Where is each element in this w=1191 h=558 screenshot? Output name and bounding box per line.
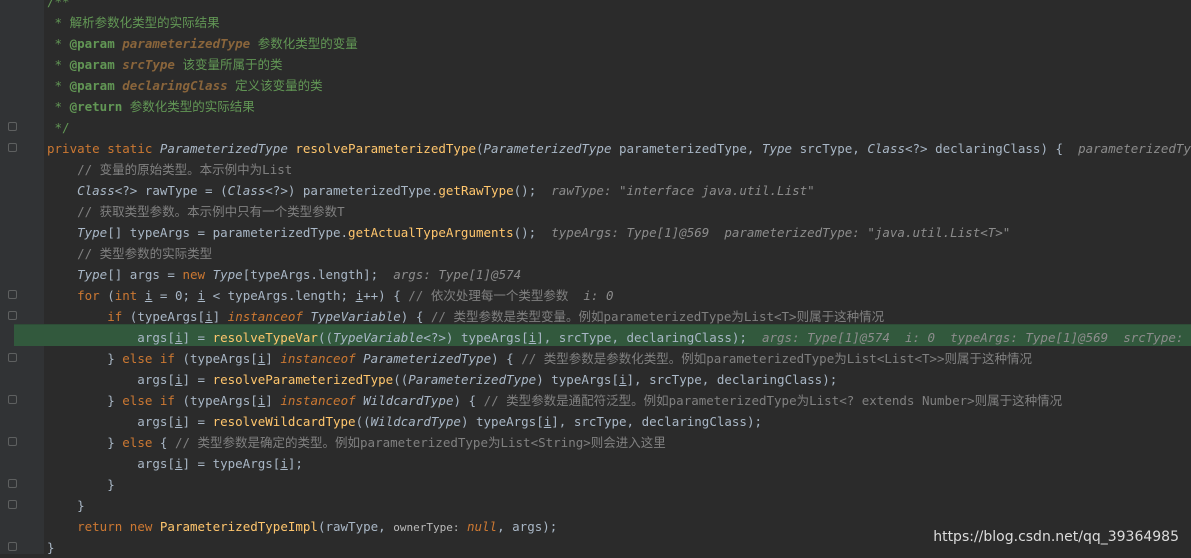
code-line[interactable]: Class<?> rawType = (Class<?>) parameteri…: [0, 180, 1191, 201]
code-line[interactable]: args[i] = typeArgs[i];: [0, 453, 1191, 474]
code-line-text: args[i] = resolveParameterizedType((Para…: [47, 372, 838, 387]
code-line[interactable]: }: [0, 495, 1191, 516]
code-line[interactable]: // 获取类型参数。本示例中只有一个类型参数T: [0, 201, 1191, 222]
debugger-inline-value: rawType: "interface java.util.List": [536, 183, 815, 198]
debugger-inline-value: i: 0: [568, 288, 614, 303]
code-line-text: }: [47, 477, 115, 492]
code-line-text: Class<?> rawType = (Class<?>) parameteri…: [77, 183, 815, 198]
code-line[interactable]: * @param parameterizedType 参数化类型的变量: [0, 33, 1191, 54]
code-line-text: return new ParameterizedTypeImpl(rawType…: [77, 519, 558, 534]
code-line[interactable]: * @param srcType 该变量所属于的类: [0, 54, 1191, 75]
code-line[interactable]: args[i] = resolveWildcardType((WildcardT…: [0, 411, 1191, 432]
code-line[interactable]: private static ParameterizedType resolve…: [0, 138, 1191, 159]
code-line[interactable]: for (int i = 0; i < typeArgs.length; i++…: [0, 285, 1191, 306]
code-line[interactable]: } else { // 类型参数是确定的类型。例如parameterizedTy…: [0, 432, 1191, 453]
code-line-text: * @param declaringClass 定义该变量的类: [47, 78, 323, 93]
code-line-text: Type[] args = new Type[typeArgs.length];…: [77, 267, 522, 282]
code-line[interactable]: // 变量的原始类型。本示例中为List: [0, 159, 1191, 180]
code-line-text: */: [47, 120, 70, 135]
code-line-text: // 变量的原始类型。本示例中为List: [47, 162, 293, 177]
code-line-text: } else { // 类型参数是确定的类型。例如parameterizedTy…: [47, 435, 666, 450]
code-line-text: /**: [47, 0, 70, 9]
code-line-text: * @param srcType 该变量所属于的类: [47, 57, 283, 72]
code-line-text: }: [47, 498, 85, 513]
code-line-text: * 解析参数化类型的实际结果: [47, 15, 220, 30]
code-line[interactable]: * @param declaringClass 定义该变量的类: [0, 75, 1191, 96]
code-line[interactable]: Type[] typeArgs = parameterizedType.getA…: [0, 222, 1191, 243]
debugger-inline-value: typeArgs: Type[1]@569 parameterizedType:…: [536, 225, 1011, 240]
code-line[interactable]: */: [0, 117, 1191, 138]
code-editor[interactable]: /** * 解析参数化类型的实际结果 * @param parameterize…: [0, 0, 1191, 555]
code-line-text: private static ParameterizedType resolve…: [47, 138, 1191, 159]
code-line[interactable]: Type[] args = new Type[typeArgs.length];…: [0, 264, 1191, 285]
code-line[interactable]: args[i] = resolveParameterizedType((Para…: [0, 369, 1191, 390]
code-line-text: * @param parameterizedType 参数化类型的变量: [47, 36, 358, 51]
debugger-inline-value: parameterizedType: "java.ut: [1078, 141, 1191, 156]
debugger-inline-value: args: Type[1]@574: [378, 267, 522, 282]
code-line-text: if (typeArgs[i] instanceof TypeVariable)…: [107, 309, 885, 324]
code-line[interactable]: * @return 参数化类型的实际结果: [0, 96, 1191, 117]
code-line-text: for (int i = 0; i < typeArgs.length; i++…: [77, 288, 614, 303]
code-line-text: } else if (typeArgs[i] instanceof Wildca…: [47, 393, 1063, 408]
code-line[interactable]: // 类型参数的实际类型: [0, 243, 1191, 264]
code-line[interactable]: args[i] = resolveTypeVar((TypeVariable<?…: [0, 327, 1191, 348]
code-line-text: args[i] = resolveWildcardType((WildcardT…: [47, 414, 762, 429]
code-line[interactable]: } else if (typeArgs[i] instanceof Parame…: [0, 348, 1191, 369]
code-line-text: * @return 参数化类型的实际结果: [47, 99, 255, 114]
code-line-text: // 类型参数的实际类型: [47, 246, 213, 261]
code-line-text: Type[] typeArgs = parameterizedType.getA…: [77, 225, 1011, 240]
code-line[interactable]: if (typeArgs[i] instanceof TypeVariable)…: [0, 306, 1191, 327]
code-line[interactable]: * 解析参数化类型的实际结果: [0, 12, 1191, 33]
code-line-text: args[i] = typeArgs[i];: [47, 456, 303, 471]
code-line-text: // 获取类型参数。本示例中只有一个类型参数T: [47, 204, 345, 219]
watermark-text: https://blog.csdn.net/qq_39364985: [933, 529, 1179, 545]
debugger-inline-value: args: Type[1]@574 i: 0 typeArgs: Type[1]…: [761, 330, 1191, 345]
code-line[interactable]: }: [0, 474, 1191, 495]
code-line-text: args[i] = resolveTypeVar((TypeVariable<?…: [47, 327, 1191, 348]
code-line-text: }: [47, 540, 55, 555]
code-line-text: } else if (typeArgs[i] instanceof Parame…: [47, 351, 1033, 366]
code-line[interactable]: } else if (typeArgs[i] instanceof Wildca…: [0, 390, 1191, 411]
code-line[interactable]: /**: [0, 0, 1191, 12]
